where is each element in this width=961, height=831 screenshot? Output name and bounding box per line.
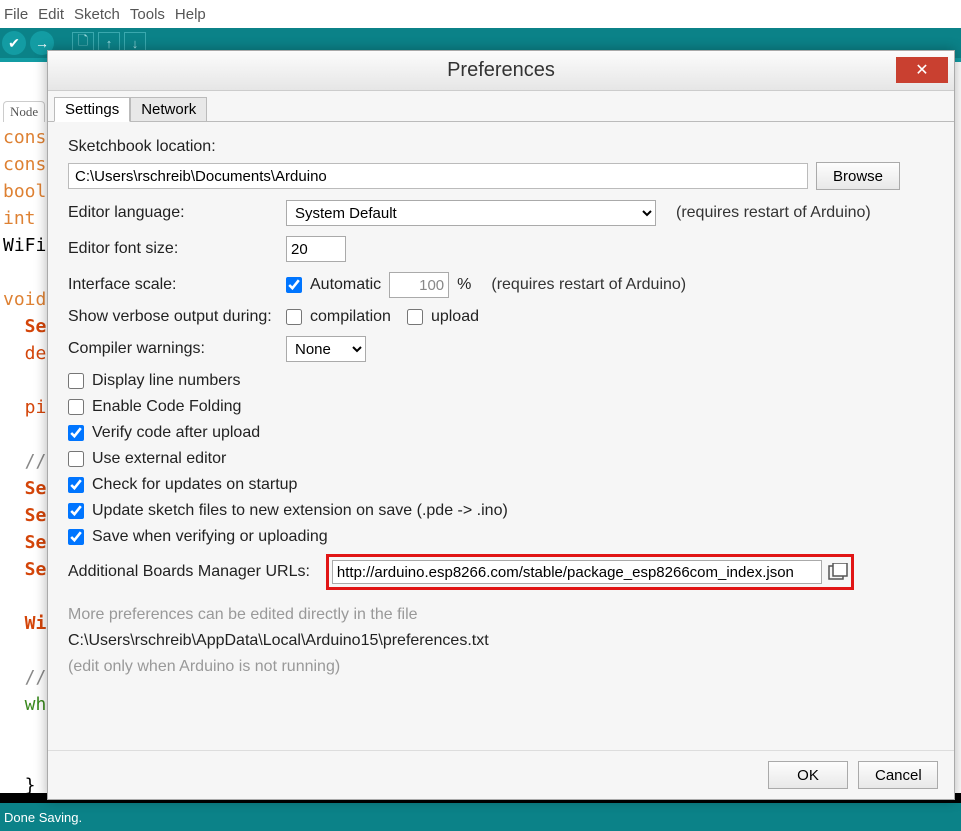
pref-checkbox-2[interactable] xyxy=(68,425,84,441)
dialog-footer: OK Cancel xyxy=(48,750,954,799)
restart-hint-1: (requires restart of Arduino) xyxy=(676,204,871,222)
pref-checkbox-5[interactable] xyxy=(68,503,84,519)
browse-button[interactable]: Browse xyxy=(816,162,900,190)
edit-urls-icon[interactable] xyxy=(828,563,848,581)
boards-urls-input[interactable] xyxy=(332,560,822,584)
menubar: File Edit Sketch Tools Help xyxy=(0,0,961,28)
titlebar: Preferences ✕ xyxy=(48,51,954,91)
tab-settings[interactable]: Settings xyxy=(54,97,130,122)
verbose-compile-label: compilation xyxy=(310,308,391,326)
close-icon: ✕ xyxy=(915,60,928,80)
verify-icon[interactable]: ✔ xyxy=(2,31,26,55)
sketchbook-path-input[interactable] xyxy=(68,163,808,189)
pref-checkbox-6[interactable] xyxy=(68,529,84,545)
status-bar: Done Saving. xyxy=(0,803,961,831)
prefs-path[interactable]: C:\Users\rschreib\AppData\Local\Arduino1… xyxy=(68,632,934,650)
boards-urls-label: Additional Boards Manager URLs: xyxy=(68,563,310,581)
more-prefs-note: More preferences can be edited directly … xyxy=(68,606,934,624)
boards-urls-highlight xyxy=(326,554,854,590)
editor-language-select[interactable]: System Default xyxy=(286,200,656,226)
verbose-upload-checkbox[interactable] xyxy=(407,309,423,325)
verbose-compile-checkbox[interactable] xyxy=(286,309,302,325)
ok-button[interactable]: OK xyxy=(768,761,848,789)
percent-label: % xyxy=(457,276,471,294)
pref-checkbox-label-0: Display line numbers xyxy=(92,372,241,390)
pref-checkbox-1[interactable] xyxy=(68,399,84,415)
menu-sketch[interactable]: Sketch xyxy=(74,6,120,23)
editor-language-label: Editor language: xyxy=(68,204,278,222)
compiler-warnings-select[interactable]: None xyxy=(286,336,366,362)
menu-help[interactable]: Help xyxy=(175,6,206,23)
verbose-label: Show verbose output during: xyxy=(68,308,278,326)
pref-checkbox-3[interactable] xyxy=(68,451,84,467)
compiler-warnings-label: Compiler warnings: xyxy=(68,340,278,358)
sketchbook-label: Sketchbook location: xyxy=(68,138,934,156)
scale-value-input xyxy=(389,272,449,298)
pref-checkbox-label-4: Check for updates on startup xyxy=(92,476,297,494)
pref-checkbox-label-1: Enable Code Folding xyxy=(92,398,241,416)
interface-scale-label: Interface scale: xyxy=(68,276,278,294)
restart-hint-2: (requires restart of Arduino) xyxy=(491,276,686,294)
menu-edit[interactable]: Edit xyxy=(38,6,64,23)
scale-auto-checkbox[interactable] xyxy=(286,277,302,293)
tab-bar: Settings Network xyxy=(48,91,954,122)
dialog-title: Preferences xyxy=(447,59,555,82)
cancel-button[interactable]: Cancel xyxy=(858,761,938,789)
scale-auto-label: Automatic xyxy=(310,276,381,294)
tab-network[interactable]: Network xyxy=(130,97,207,122)
status-text: Done Saving. xyxy=(4,810,82,825)
menu-file[interactable]: File xyxy=(4,6,28,23)
prefs-edit-note: (edit only when Arduino is not running) xyxy=(68,658,934,676)
menu-tools[interactable]: Tools xyxy=(130,6,165,23)
settings-panel: Sketchbook location: Browse Editor langu… xyxy=(48,122,954,750)
close-button[interactable]: ✕ xyxy=(896,57,948,83)
font-size-label: Editor font size: xyxy=(68,240,278,258)
pref-checkbox-label-3: Use external editor xyxy=(92,450,226,468)
preferences-dialog: Preferences ✕ Settings Network Sketchboo… xyxy=(47,50,955,800)
font-size-input[interactable] xyxy=(286,236,346,262)
pref-checkbox-label-6: Save when verifying or uploading xyxy=(92,528,328,546)
verbose-upload-label: upload xyxy=(431,308,479,326)
pref-checkbox-label-2: Verify code after upload xyxy=(92,424,260,442)
pref-checkbox-4[interactable] xyxy=(68,477,84,493)
code-area: Node cons cons bool int WiFi void Se de … xyxy=(0,70,50,826)
pref-checkbox-0[interactable] xyxy=(68,373,84,389)
editor-tab[interactable]: Node xyxy=(3,101,45,122)
pref-checkbox-label-5: Update sketch files to new extension on … xyxy=(92,502,508,520)
